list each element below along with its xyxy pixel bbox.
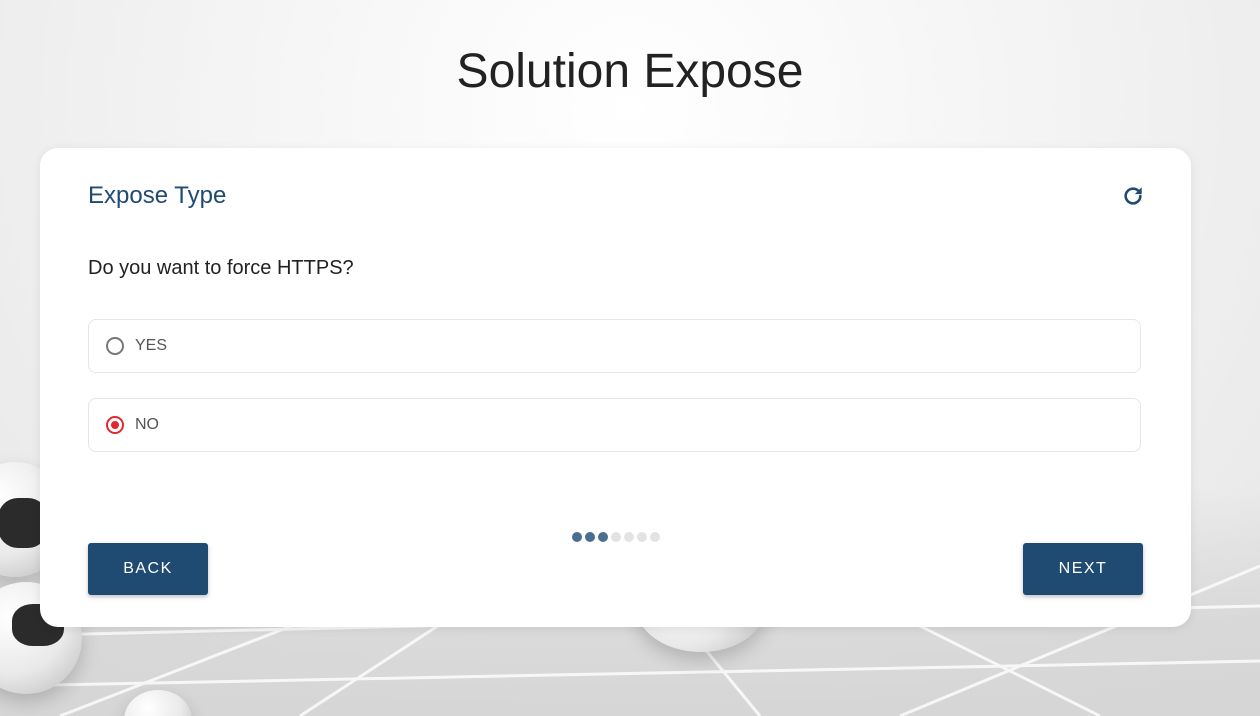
wizard-card: Expose Type Do you want to force HTTPS? … [40, 148, 1191, 627]
step-dot [611, 532, 621, 542]
option-no[interactable]: NO [88, 398, 1141, 452]
radio-yes[interactable] [106, 337, 124, 355]
option-no-label: NO [135, 416, 159, 433]
step-progress [572, 532, 660, 542]
radio-no[interactable] [106, 416, 124, 434]
refresh-button[interactable] [1120, 183, 1146, 209]
step-dot [637, 532, 647, 542]
next-button[interactable]: NEXT [1023, 543, 1143, 595]
card-title: Expose Type [88, 182, 227, 209]
step-dot [650, 532, 660, 542]
step-dot [624, 532, 634, 542]
question-text: Do you want to force HTTPS? [88, 257, 354, 279]
page-title: Solution Expose [456, 45, 804, 98]
step-dot [572, 532, 582, 542]
refresh-icon [1124, 187, 1142, 205]
step-dot [598, 532, 608, 542]
option-yes[interactable]: YES [88, 319, 1141, 373]
option-yes-label: YES [135, 337, 168, 354]
back-button[interactable]: BACK [88, 543, 208, 595]
step-dot [585, 532, 595, 542]
